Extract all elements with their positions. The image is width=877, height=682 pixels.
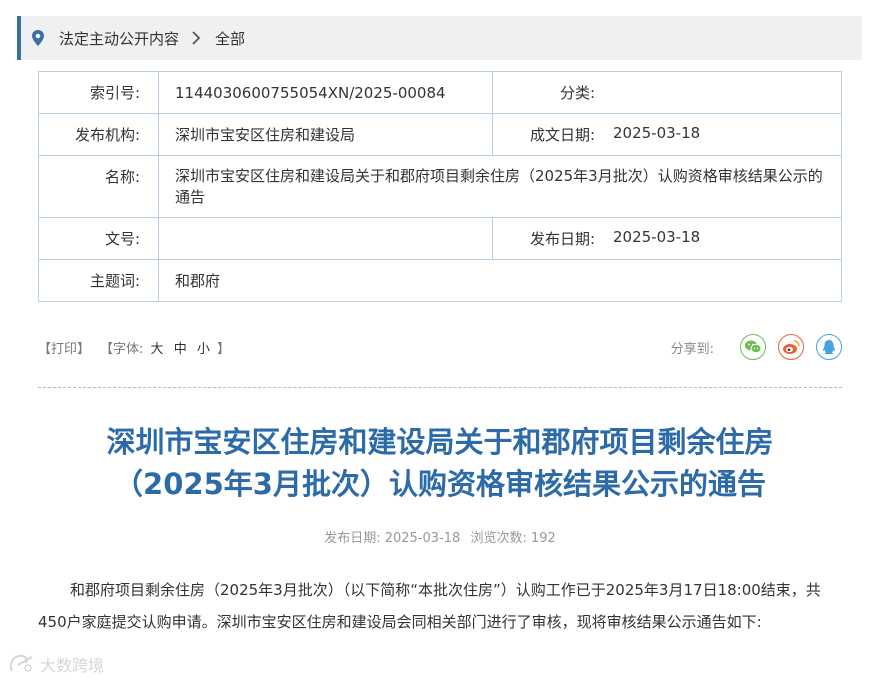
- publisher-value: 深圳市宝安区住房和建设局: [158, 113, 493, 156]
- watermark: 大数跨境: [8, 652, 104, 676]
- font-small-button[interactable]: 小: [197, 342, 210, 357]
- document-meta-table: 索引号: 1144030600755054XN/2025-00084 分类: 发…: [38, 71, 842, 302]
- created-date-label: 成文日期:: [529, 126, 595, 144]
- index-label: 索引号:: [38, 71, 159, 114]
- font-medium-button[interactable]: 中: [174, 342, 187, 357]
- article-paragraph: 和郡府项目剩余住房（2025年3月批次）（以下简称“本批次住房”）认购工作已于2…: [38, 581, 821, 631]
- pub-date-label: 发布日期:: [324, 531, 381, 546]
- views-count: 192: [530, 531, 556, 546]
- keywords-label: 主题词:: [38, 259, 159, 302]
- location-pin-icon: [32, 30, 44, 46]
- pub-date-value: 2025-03-18: [384, 531, 461, 546]
- category-label: 分类:: [559, 84, 595, 102]
- name-label: 名称:: [38, 155, 159, 218]
- breadcrumb: 法定主动公开内容 全部: [17, 16, 862, 60]
- article-pub-info: 发布日期: 2025-03-18 浏览次数: 192: [38, 527, 842, 546]
- wechat-share-button[interactable]: [740, 334, 766, 360]
- wechat-icon: [745, 340, 762, 354]
- article-title-line2: （2025年3月批次）认购资格审核结果公示的通告: [114, 467, 766, 501]
- breadcrumb-section-link[interactable]: 法定主动公开内容: [59, 28, 179, 49]
- docno-value: [158, 217, 493, 260]
- qq-share-button[interactable]: [816, 334, 842, 360]
- chevron-right-icon: [192, 31, 201, 45]
- article-title-line1: 深圳市宝安区住房和建设局关于和郡府项目剩余住房: [106, 425, 774, 459]
- name-value: 深圳市宝安区住房和建设局关于和郡府项目剩余住房（2025年3月批次）认购资格审核…: [158, 155, 842, 218]
- share-label: 分享到:: [670, 341, 714, 357]
- index-value: 1144030600755054XN/2025-00084: [158, 71, 493, 114]
- font-large-button[interactable]: 大: [151, 342, 164, 357]
- section-divider: [38, 387, 842, 388]
- created-date-value: 2025-03-18: [613, 124, 701, 142]
- article-toolbar: 【打印】 【字体: 大 中 小 】 分享到:: [38, 332, 842, 362]
- font-size-prefix: 【字体:: [100, 341, 144, 357]
- qq-icon: [823, 339, 835, 354]
- weibo-share-button[interactable]: [778, 334, 804, 360]
- watermark-logo-icon: [9, 654, 33, 672]
- font-size-suffix: 】: [217, 341, 231, 357]
- breadcrumb-current-link[interactable]: 全部: [215, 28, 245, 49]
- docno-label: 文号:: [38, 217, 159, 260]
- print-button[interactable]: 【打印】: [38, 338, 90, 357]
- publisher-label: 发布机构:: [38, 113, 159, 156]
- weibo-icon: [783, 340, 800, 354]
- share-bar: 分享到:: [671, 334, 842, 360]
- font-size-control: 【字体: 大 中 小 】: [100, 338, 230, 357]
- article-title: 深圳市宝安区住房和建设局关于和郡府项目剩余住房 （2025年3月批次）认购资格审…: [38, 421, 842, 505]
- pubdate-label: 发布日期:: [529, 230, 595, 248]
- pubdate-value: 2025-03-18: [613, 228, 701, 246]
- keywords-value: 和郡府: [158, 259, 842, 302]
- watermark-text: 大数跨境: [40, 656, 105, 675]
- views-label: 浏览次数:: [470, 531, 527, 546]
